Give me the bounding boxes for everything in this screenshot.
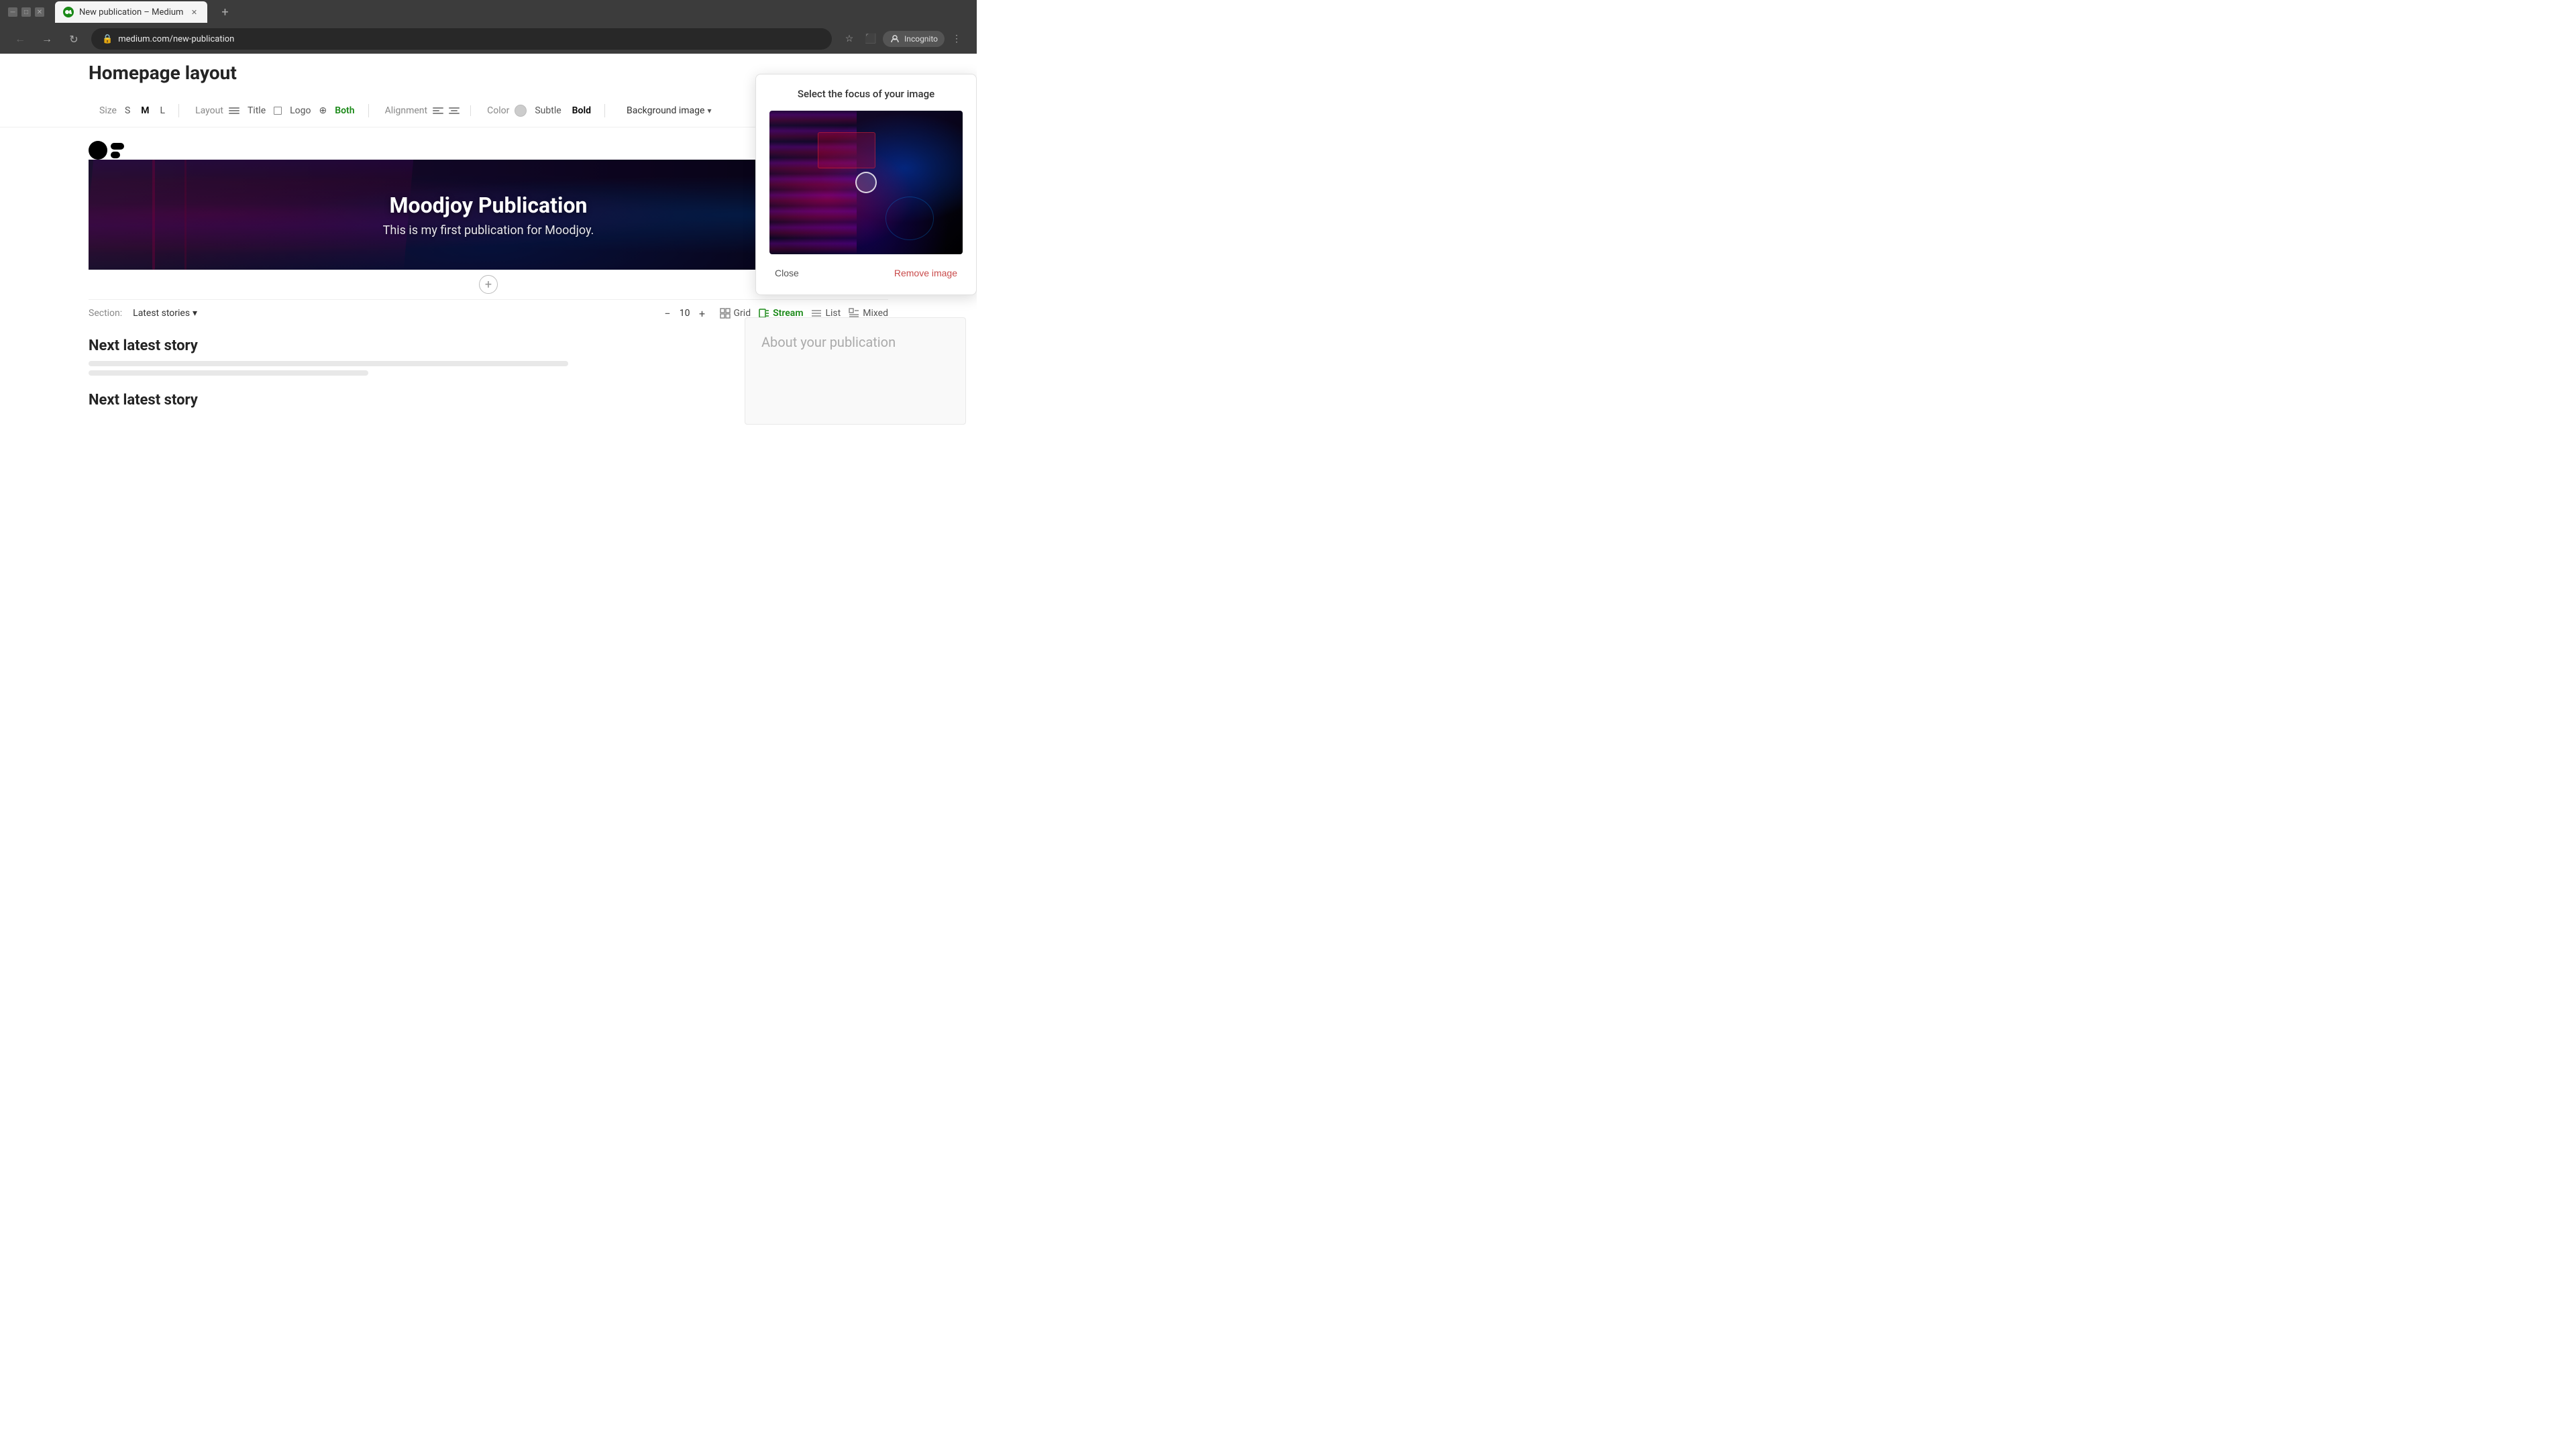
count-number: 10 xyxy=(680,308,690,319)
size-group: Size S M L xyxy=(89,104,179,117)
thumb-sign-decoration xyxy=(818,132,875,168)
tab-title: New publication – Medium xyxy=(79,7,183,17)
minimize-button[interactable]: ─ xyxy=(8,7,17,17)
menu-button[interactable]: ⋮ xyxy=(947,30,966,48)
back-button[interactable]: ← xyxy=(11,30,30,48)
browser-chrome: ─ □ ✕ New publication – Medium ✕ + ← → ↻… xyxy=(0,0,977,54)
image-focus-cursor xyxy=(855,172,877,193)
hero-subtitle: This is my first publication for Moodjoy… xyxy=(383,223,594,237)
story-line-1a xyxy=(89,361,568,366)
popup-actions: Close Remove image xyxy=(769,265,963,281)
forward-button[interactable]: → xyxy=(38,30,56,48)
color-subtle-option[interactable]: Subtle xyxy=(532,104,564,117)
section-count: − 10 + xyxy=(661,307,709,320)
incognito-label: Incognito xyxy=(904,34,938,44)
size-l-option[interactable]: L xyxy=(158,104,168,117)
url-bar[interactable]: 🔒 medium.com/new-publication xyxy=(91,28,832,50)
layout-group: Layout Title Logo ⊕ Both xyxy=(184,104,368,117)
title-bar: ─ □ ✕ New publication – Medium ✕ + xyxy=(0,0,977,24)
section-chevron-icon: ▾ xyxy=(193,308,197,319)
logo-circle xyxy=(89,141,107,160)
close-button[interactable]: ✕ xyxy=(35,7,44,17)
new-tab-button[interactable]: + xyxy=(215,3,234,21)
tab-favicon xyxy=(63,7,74,17)
tab-close-button[interactable]: ✕ xyxy=(189,7,199,17)
popup-close-button[interactable]: Close xyxy=(769,265,804,281)
hero-title: Moodjoy Publication xyxy=(390,193,588,218)
layout-label: Layout xyxy=(195,105,223,116)
size-m-option[interactable]: M xyxy=(138,104,152,117)
section-label: Section: xyxy=(89,308,122,319)
layout-logo-option[interactable]: Logo xyxy=(287,104,313,117)
page-content: Homepage layout Size S M L Layout xyxy=(0,54,977,523)
reload-button[interactable]: ↻ xyxy=(64,30,83,48)
thumb-wheel-decoration xyxy=(885,197,934,239)
incognito-button[interactable]: Incognito xyxy=(883,31,945,47)
image-thumbnail[interactable] xyxy=(769,111,963,254)
logo-bar-1 xyxy=(111,143,124,150)
popup-title: Select the focus of your image xyxy=(769,88,963,100)
size-label: Size xyxy=(99,105,117,116)
align-left-icon[interactable] xyxy=(433,107,443,114)
window-controls: ─ □ ✕ xyxy=(8,7,44,17)
active-tab[interactable]: New publication – Medium ✕ xyxy=(55,1,207,23)
layout-title-option[interactable]: Title xyxy=(245,104,268,117)
count-increase-button[interactable]: + xyxy=(696,307,709,320)
popup-remove-button[interactable]: Remove image xyxy=(889,265,963,281)
maximize-button[interactable]: □ xyxy=(21,7,31,17)
layout-lines-icon[interactable] xyxy=(229,107,239,114)
logo-bar-2 xyxy=(111,152,120,158)
color-group: Color Subtle Bold xyxy=(476,104,605,117)
main-area: Moodjoy Publication This is my first pub… xyxy=(0,127,977,425)
browser-actions: ☆ ⬛ Incognito ⋮ xyxy=(840,30,966,48)
grid-icon xyxy=(720,308,731,319)
about-title: About your publication xyxy=(761,334,949,350)
count-decrease-button[interactable]: − xyxy=(661,307,674,320)
add-circle-icon: + xyxy=(479,275,498,294)
size-s-option[interactable]: S xyxy=(122,104,133,117)
address-bar: ← → ↻ 🔒 medium.com/new-publication ☆ ⬛ I… xyxy=(0,24,977,54)
bg-image-group: Background image ▾ xyxy=(610,103,728,119)
color-label: Color xyxy=(487,105,509,116)
section-name: Latest stories xyxy=(133,308,190,319)
logo-bars xyxy=(111,143,124,158)
layout-both-option[interactable]: Both xyxy=(332,104,357,117)
focus-image-popup: Select the focus of your image Close Rem… xyxy=(755,74,977,295)
bookmark-button[interactable]: ☆ xyxy=(840,30,859,48)
color-picker[interactable] xyxy=(515,105,527,117)
layout-box-icon[interactable] xyxy=(274,107,282,115)
chevron-down-icon: ▾ xyxy=(707,106,711,115)
color-bold-option[interactable]: Bold xyxy=(570,104,594,117)
alignment-label: Alignment xyxy=(385,105,428,116)
story-line-1b xyxy=(89,370,368,376)
bg-image-button[interactable]: Background image ▾ xyxy=(621,103,717,119)
cast-button[interactable]: ⬛ xyxy=(861,30,880,48)
section-select[interactable]: Latest stories ▾ xyxy=(133,308,197,319)
about-panel: About your publication xyxy=(745,317,966,425)
align-center-icon[interactable] xyxy=(449,107,460,114)
url-text: medium.com/new-publication xyxy=(118,34,234,44)
bg-image-label: Background image xyxy=(627,105,704,116)
layout-both-icon[interactable]: ⊕ xyxy=(319,105,327,116)
alignment-group: Alignment xyxy=(374,105,472,116)
